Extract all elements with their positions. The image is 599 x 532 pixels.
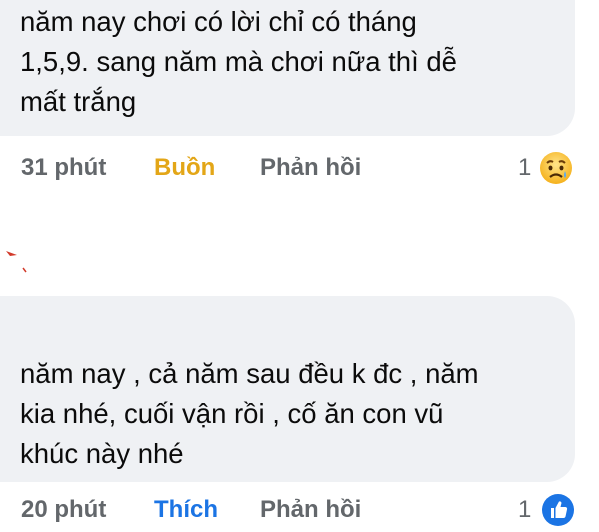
comment-timestamp[interactable]: 31 phút xyxy=(21,154,106,182)
reaction-count[interactable]: 1 xyxy=(518,154,531,182)
reaction-button[interactable]: Buồn xyxy=(154,154,215,182)
comment-actions: 31 phút Buồn Phản hồi 1 xyxy=(0,146,599,190)
reply-button[interactable]: Phản hồi xyxy=(260,154,361,182)
comment-bubble: năm nay , cả năm sau đều k đc , năm kia … xyxy=(0,296,575,482)
comment-bubble: năm nay chơi có lời chỉ có tháng 1,5,9. … xyxy=(0,0,575,136)
comment-text: năm nay chơi có lời chỉ có tháng 1,5,9. … xyxy=(20,6,457,117)
reaction-count[interactable]: 1 xyxy=(518,496,531,524)
comment-actions: 20 phút Thích Phản hồi 1 xyxy=(0,488,599,532)
like-thumb-icon[interactable] xyxy=(540,492,576,528)
like-button[interactable]: Thích xyxy=(154,496,218,524)
comment-timestamp[interactable]: 20 phút xyxy=(21,496,106,524)
sad-face-icon[interactable] xyxy=(538,150,574,186)
stray-mark xyxy=(6,251,27,273)
comment-text: năm nay , cả năm sau đều k đc , năm kia … xyxy=(20,358,479,469)
reply-button[interactable]: Phản hồi xyxy=(260,496,361,524)
